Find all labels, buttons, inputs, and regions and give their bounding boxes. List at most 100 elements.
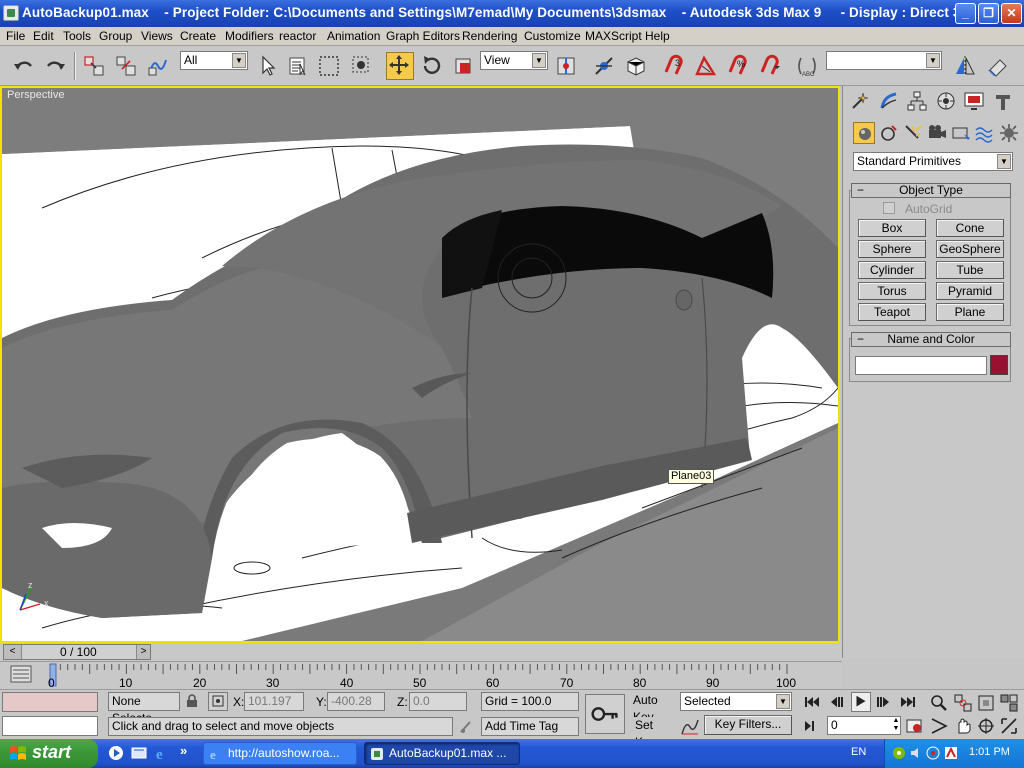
geometry-icon[interactable] — [853, 122, 875, 144]
time-slider-track[interactable]: < 0 / 100 > — [3, 644, 151, 660]
maxscript-input-mini[interactable] — [2, 716, 98, 736]
track-bar[interactable]: 0 10 20 30 40 50 60 70 80 90 100 — [0, 661, 842, 690]
lights-icon[interactable] — [902, 122, 924, 144]
manipulate-icon[interactable] — [592, 54, 616, 78]
key-mode-toggle-icon[interactable] — [803, 718, 821, 734]
network-icon[interactable] — [925, 745, 941, 761]
geosphere-button[interactable]: GeoSphere — [936, 240, 1004, 258]
default-in-out-tangent-icon[interactable] — [680, 718, 700, 736]
display-tab-icon[interactable] — [963, 90, 985, 112]
key-filters-button[interactable]: Key Filters... — [704, 715, 792, 735]
reference-coordinate-dropdown[interactable]: View ▼ — [480, 51, 548, 70]
minimize-button[interactable]: _ — [955, 3, 976, 24]
app-icon[interactable] — [3, 5, 19, 21]
play-icon[interactable] — [851, 692, 871, 712]
spinner-arrows-icon[interactable]: ▲ ▼ — [892, 717, 900, 735]
named-selection-dropdown[interactable]: ▼ — [826, 51, 942, 70]
chevron-left-icon[interactable]: < — [4, 645, 22, 659]
edit-named-selection-icon[interactable]: ABC — [795, 54, 819, 78]
lock-icon[interactable] — [185, 694, 199, 708]
taskbar-button-browser[interactable]: http://autoshow.roa... — [203, 742, 357, 765]
more-quick-launch-icon[interactable]: » — [180, 743, 187, 758]
object-name-field[interactable] — [855, 356, 987, 375]
bind-to-space-warp-icon[interactable] — [146, 54, 170, 78]
select-and-move-icon[interactable] — [386, 52, 414, 80]
menu-reactor[interactable]: reactor — [279, 29, 316, 43]
utilities-tab-icon[interactable] — [992, 90, 1014, 112]
mini-curve-editor-icon[interactable] — [10, 665, 32, 683]
menu-tools[interactable]: Tools — [63, 29, 91, 43]
taskbar-button-3dsmax[interactable]: AutoBackup01.max ... — [364, 742, 520, 765]
select-and-link-icon[interactable] — [82, 54, 106, 78]
motion-tab-icon[interactable] — [935, 90, 957, 112]
cone-button[interactable]: Cone — [936, 219, 1004, 237]
shapes-icon[interactable] — [878, 122, 900, 144]
selection-filter-dropdown[interactable]: All ▼ — [180, 51, 248, 70]
time-configuration-icon[interactable] — [905, 718, 923, 734]
space-warps-icon[interactable] — [974, 122, 996, 144]
volume-icon[interactable] — [909, 745, 925, 761]
unlink-selection-icon[interactable] — [114, 54, 138, 78]
key-mode-dropdown[interactable]: Selected ▼ — [680, 692, 792, 711]
menu-rendering[interactable]: Rendering — [462, 29, 517, 43]
select-and-rotate-icon[interactable] — [419, 54, 443, 78]
maximize-viewport-icon[interactable] — [1000, 717, 1018, 735]
start-button[interactable]: start — [0, 739, 98, 768]
next-frame-icon[interactable] — [875, 694, 893, 710]
menu-views[interactable]: Views — [141, 29, 173, 43]
autogrid-checkbox[interactable] — [883, 202, 895, 214]
previous-frame-icon[interactable] — [827, 694, 845, 710]
chevron-right-icon[interactable]: > — [136, 645, 150, 659]
primitive-category-dropdown[interactable]: Standard Primitives ▼ — [853, 152, 1013, 171]
torus-button[interactable]: Torus — [858, 282, 926, 300]
object-color-swatch[interactable] — [990, 355, 1008, 375]
spinner-snap-icon[interactable] — [758, 54, 782, 78]
menu-maxscript[interactable]: MAXScript — [585, 29, 642, 43]
go-to-end-icon[interactable] — [899, 694, 917, 710]
window-crossing-icon[interactable] — [350, 54, 374, 78]
modify-tab-icon[interactable] — [878, 90, 900, 112]
redo-icon[interactable] — [43, 54, 67, 78]
keyboard-shortcut-override-icon[interactable] — [624, 54, 648, 78]
menu-edit[interactable]: Edit — [33, 29, 54, 43]
menu-group[interactable]: Group — [99, 29, 132, 43]
plane-button[interactable]: Plane — [936, 303, 1004, 321]
go-to-start-icon[interactable] — [803, 694, 821, 710]
align-icon[interactable] — [986, 54, 1010, 78]
mirror-icon[interactable] — [953, 54, 977, 78]
teapot-button[interactable]: Teapot — [858, 303, 926, 321]
close-button[interactable]: ✕ — [1001, 3, 1022, 24]
pivot-point-center-icon[interactable] — [554, 54, 578, 78]
zoom-all-icon[interactable] — [954, 694, 972, 712]
restore-button[interactable]: ❐ — [978, 3, 999, 24]
menu-animation[interactable]: Animation — [327, 29, 380, 43]
desktop-icon[interactable] — [131, 745, 147, 761]
auto-key-button[interactable]: Auto Key — [630, 692, 678, 724]
select-and-scale-icon[interactable] — [451, 54, 475, 78]
create-tab-icon[interactable] — [849, 90, 871, 112]
zoom-extents-all-icon[interactable] — [1000, 694, 1018, 712]
zoom-extents-icon[interactable] — [977, 694, 995, 712]
viewport-label[interactable]: Perspective — [7, 89, 64, 101]
menu-modifiers[interactable]: Modifiers — [225, 29, 274, 43]
maxscript-listener-mini[interactable] — [2, 692, 98, 712]
antivirus-icon[interactable] — [943, 745, 959, 761]
language-indicator[interactable]: EN — [851, 746, 866, 758]
object-type-header[interactable]: − Object Type — [851, 183, 1011, 198]
menu-file[interactable]: File — [6, 29, 25, 43]
select-object-icon[interactable] — [256, 54, 280, 78]
track-ruler[interactable] — [46, 662, 842, 690]
tray-app-icon[interactable] — [891, 745, 907, 761]
y-coordinate-field[interactable]: -400.28 — [327, 692, 385, 711]
menu-create[interactable]: Create — [180, 29, 216, 43]
menu-graph-editors[interactable]: Graph Editors — [386, 29, 460, 43]
set-key-button[interactable]: Set Key — [632, 717, 676, 749]
internet-explorer-icon[interactable]: e — [154, 745, 170, 763]
menu-help[interactable]: Help — [645, 29, 670, 43]
x-coordinate-field[interactable]: 101.197 — [244, 692, 304, 711]
cameras-icon[interactable] — [926, 122, 948, 144]
sphere-button[interactable]: Sphere — [858, 240, 926, 258]
add-time-tag-button[interactable]: Add Time Tag — [481, 717, 579, 736]
box-button[interactable]: Box — [858, 219, 926, 237]
time-slider[interactable]: < 0 / 100 > — [0, 643, 842, 661]
